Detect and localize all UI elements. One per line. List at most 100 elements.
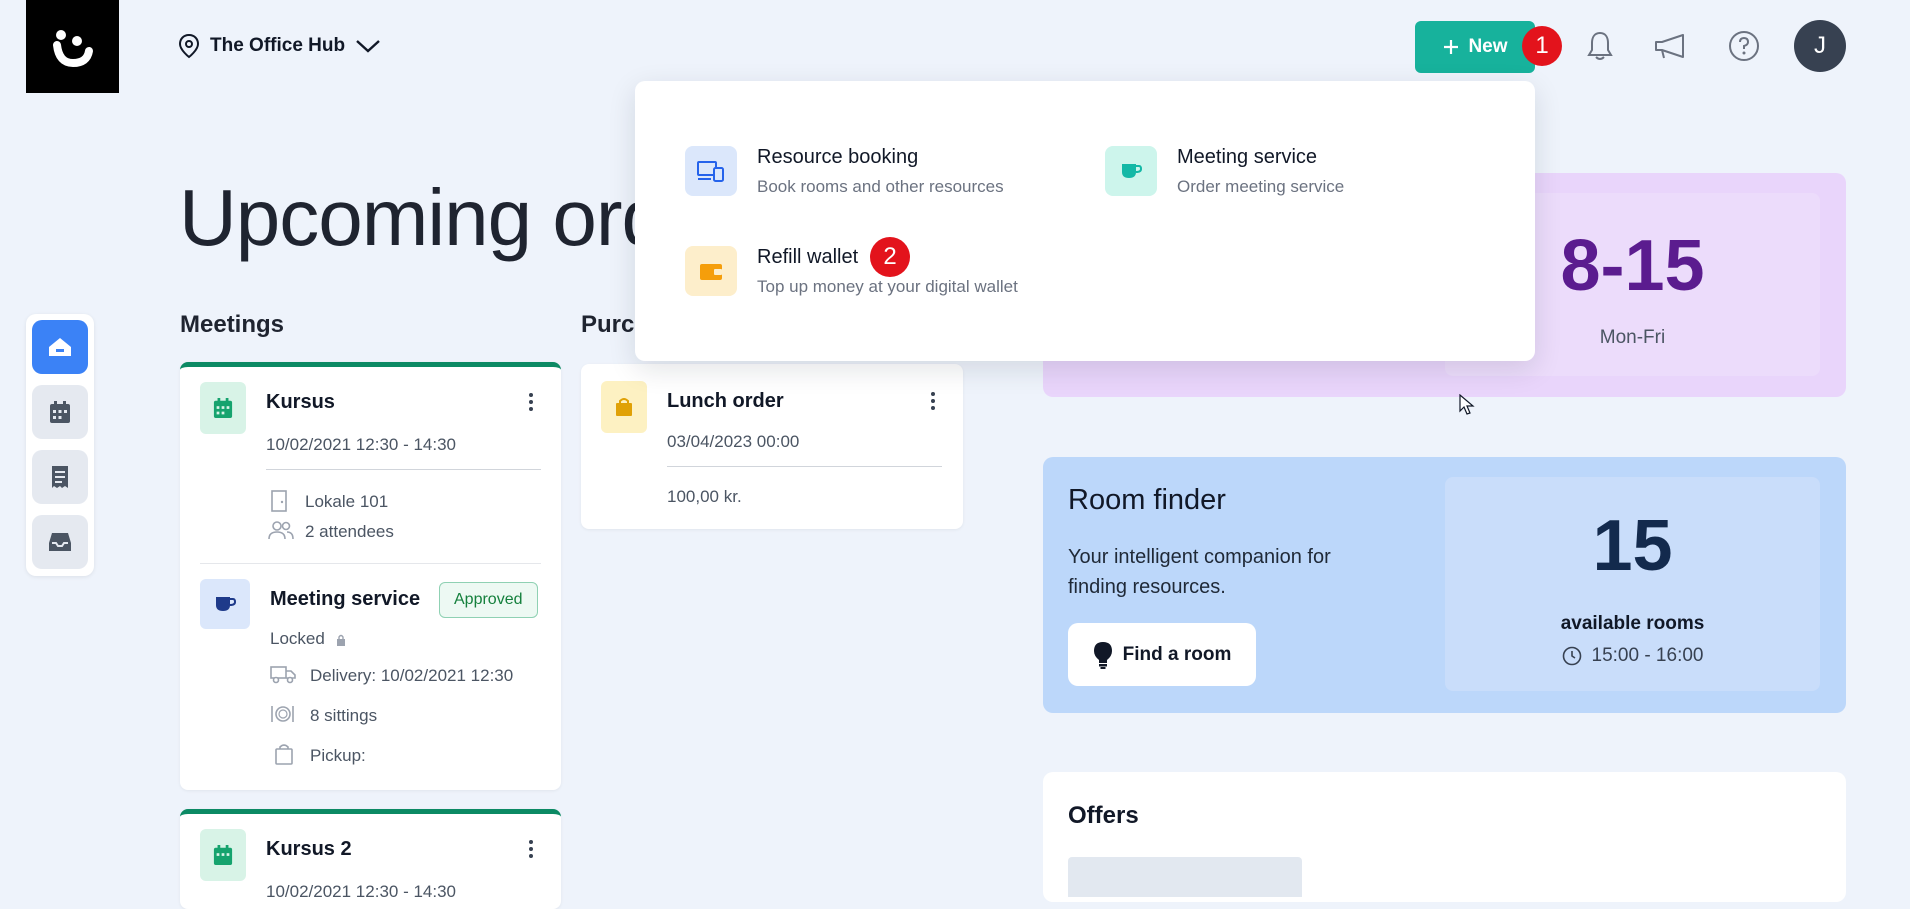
- meeting-menu-button[interactable]: [521, 840, 541, 858]
- sidebar-item-home[interactable]: [32, 320, 88, 374]
- more-vertical-icon: [931, 392, 935, 396]
- divider: [266, 469, 541, 470]
- meetings-heading: Meetings: [180, 311, 285, 338]
- purchase-card[interactable]: Lunch order 03/04/2023 00:00 100,00 kr.: [581, 364, 963, 529]
- service-icon-tile: [200, 579, 250, 629]
- menu-item-resource-booking[interactable]: Resource booking Book rooms and other re…: [685, 146, 1004, 197]
- app-logo[interactable]: [26, 0, 119, 93]
- calendar-icon: [50, 401, 70, 423]
- help-button[interactable]: [1724, 26, 1764, 66]
- inbox-icon: [49, 533, 71, 551]
- purchases-heading: Purc: [581, 311, 635, 338]
- announcements-button[interactable]: [1650, 26, 1690, 66]
- new-button[interactable]: New: [1415, 21, 1535, 73]
- meeting-name: Kursus 2: [266, 838, 352, 860]
- meeting-datetime: 10/02/2021 12:30 - 14:30: [266, 435, 456, 454]
- sidebar: [26, 314, 94, 576]
- wallet-icon-tile: [685, 246, 737, 296]
- step-badge-2: 2: [870, 237, 910, 277]
- more-vertical-icon: [529, 393, 533, 397]
- available-time: 15:00 - 16:00: [1445, 645, 1820, 667]
- new-dropdown-menu: Resource booking Book rooms and other re…: [635, 81, 1535, 361]
- notifications-button[interactable]: [1580, 26, 1620, 66]
- menu-item-meeting-service[interactable]: Meeting service Order meeting service: [1105, 146, 1344, 197]
- available-rooms-box: 15 available rooms 15:00 - 16:00: [1445, 477, 1820, 691]
- location-selector[interactable]: The Office Hub: [178, 30, 381, 62]
- chevron-down-icon: [356, 40, 380, 53]
- purchase-menu-button[interactable]: [923, 392, 943, 410]
- meeting-menu-button[interactable]: [521, 393, 541, 411]
- receipt-icon: [52, 466, 68, 488]
- user-avatar[interactable]: J: [1794, 20, 1846, 72]
- people-icon: [268, 520, 294, 545]
- door-icon: [270, 490, 288, 517]
- lightbulb-icon: [1093, 641, 1112, 669]
- resource-icon-tile: [685, 146, 737, 196]
- purchase-datetime: 03/04/2023 00:00: [667, 432, 800, 451]
- meeting-datetime: 10/02/2021 12:30 - 14:30: [266, 882, 456, 901]
- meeting-card[interactable]: Kursus 2 10/02/2021 12:30 - 14:30: [180, 809, 561, 909]
- meeting-icon-tile: [200, 829, 246, 881]
- purchase-icon-tile: [601, 381, 647, 433]
- more-vertical-icon: [529, 840, 533, 844]
- new-button-label: New: [1468, 36, 1508, 57]
- sidebar-item-inbox[interactable]: [32, 515, 88, 569]
- location-name: The Office Hub: [210, 35, 346, 56]
- meeting-name: Kursus: [266, 391, 335, 413]
- location-pin-icon: [178, 33, 200, 59]
- bag-icon: [616, 398, 632, 416]
- menu-item-desc: Top up money at your digital wallet: [757, 277, 1018, 296]
- devices-icon: [697, 161, 724, 182]
- menu-item-title: Meeting service: [1177, 146, 1318, 168]
- cursor-icon: [1459, 393, 1475, 421]
- find-room-button[interactable]: Find a room: [1068, 623, 1256, 686]
- menu-item-refill-wallet[interactable]: Refill wallet Top up money at your digit…: [685, 246, 1018, 297]
- lock-icon: [336, 633, 346, 651]
- status-badge: Approved: [439, 582, 538, 618]
- divider: [667, 466, 942, 467]
- room-finder-title: Room finder: [1068, 484, 1226, 516]
- coffee-cup-icon: [216, 597, 236, 611]
- calendar-icon: [213, 398, 233, 418]
- calendar-icon: [213, 845, 233, 865]
- find-room-label: Find a room: [1122, 643, 1232, 665]
- menu-item-desc: Order meeting service: [1177, 177, 1345, 196]
- menu-item-title: Resource booking: [757, 146, 919, 168]
- offers-title: Offers: [1068, 802, 1139, 829]
- available-rooms-label: available rooms: [1560, 613, 1705, 634]
- plate-icon: [270, 704, 296, 729]
- clock-icon: [1562, 646, 1581, 666]
- meeting-card[interactable]: Kursus 10/02/2021 12:30 - 14:30 Lokale 1…: [180, 362, 561, 790]
- meeting-icon-tile: [200, 382, 246, 434]
- coffee-cup-icon: [1122, 164, 1142, 178]
- help-icon: [1729, 31, 1759, 61]
- divider: [200, 563, 541, 564]
- megaphone-icon: [1655, 34, 1684, 59]
- page-title: Upcoming ord: [179, 173, 666, 262]
- purchase-name: Lunch order: [667, 390, 784, 412]
- service-delivery: Delivery: 10/02/2021 12:30: [310, 666, 514, 685]
- service-sittings: 8 sittings: [310, 706, 378, 725]
- wallet-icon: [700, 264, 722, 280]
- meeting-service-icon-tile: [1105, 146, 1157, 196]
- truck-icon: [270, 664, 296, 689]
- home-icon: [49, 338, 71, 356]
- bag-icon: [274, 743, 294, 770]
- bell-icon: [1587, 31, 1613, 60]
- sidebar-item-calendar[interactable]: [32, 385, 88, 439]
- available-time-text: 15:00 - 16:00: [1591, 645, 1704, 666]
- room-finder-description: Your intelligent companion for finding r…: [1068, 546, 1331, 598]
- service-locked: Locked: [270, 629, 325, 648]
- available-rooms-count: 15: [1592, 506, 1673, 586]
- step-badge-1: 1: [1522, 26, 1562, 66]
- meeting-room: Lokale 101: [305, 492, 389, 511]
- service-name: Meeting service: [270, 588, 421, 610]
- offer-thumbnail[interactable]: [1068, 857, 1302, 897]
- logo-icon: [52, 29, 93, 67]
- menu-item-desc: Book rooms and other resources: [757, 177, 1004, 196]
- plus-icon: [1444, 40, 1459, 54]
- service-pickup: Pickup:: [310, 746, 366, 765]
- purchase-price: 100,00 kr.: [667, 487, 742, 506]
- sidebar-item-orders[interactable]: [32, 450, 88, 504]
- meeting-attendees: 2 attendees: [305, 522, 394, 541]
